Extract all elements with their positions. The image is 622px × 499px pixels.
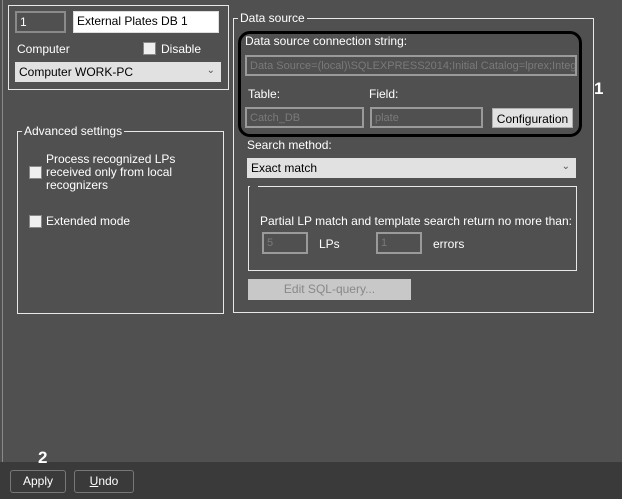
extended-mode-checkbox[interactable] bbox=[29, 215, 42, 228]
computer-label: Computer bbox=[17, 42, 70, 56]
name-field[interactable]: External Plates DB 1 bbox=[73, 11, 219, 33]
disable-label: Disable bbox=[161, 42, 202, 56]
chevron-down-icon: ⌄ bbox=[206, 65, 215, 76]
undo-label: ndo bbox=[98, 474, 119, 488]
annotation-2: 2 bbox=[38, 448, 48, 467]
process-local-checkbox[interactable] bbox=[29, 166, 42, 179]
annotation-1: 1 bbox=[594, 79, 604, 98]
lps-field[interactable]: 5 bbox=[262, 232, 308, 254]
computer-select[interactable]: Computer WORK-PC ⌄ bbox=[15, 62, 221, 82]
edit-sql-button[interactable]: Edit SQL-query... bbox=[248, 279, 411, 300]
apply-button[interactable]: Apply bbox=[10, 470, 66, 493]
id-field[interactable]: 1 bbox=[15, 11, 66, 33]
partial-text: Partial LP match and template search ret… bbox=[260, 214, 572, 228]
field-label: Field: bbox=[369, 87, 399, 101]
table-label: Table: bbox=[248, 87, 281, 101]
search-method-select[interactable]: Exact match ⌄ bbox=[247, 158, 576, 178]
table-field[interactable]: Catch_DB bbox=[245, 107, 364, 128]
conn-string-field[interactable]: Data Source=(local)\SQLEXPRESS2014;Initi… bbox=[245, 55, 577, 76]
group-gap bbox=[250, 183, 258, 189]
conn-label: Data source connection string: bbox=[245, 34, 408, 48]
undo-button[interactable]: Undo bbox=[74, 470, 134, 493]
search-method-label: Search method: bbox=[247, 138, 332, 152]
chevron-down-icon: ⌄ bbox=[561, 161, 570, 172]
advanced-settings-title: Advanced settings bbox=[22, 124, 125, 138]
extended-mode-label: Extended mode bbox=[46, 214, 131, 228]
computer-select-value: Computer WORK-PC bbox=[19, 65, 134, 79]
left-edge bbox=[2, 0, 3, 462]
configuration-button[interactable]: Configuration bbox=[492, 108, 573, 128]
process-local-label: Process recognized LPs received only fro… bbox=[46, 152, 176, 192]
search-method-value: Exact match bbox=[251, 161, 318, 175]
partial-match-group bbox=[248, 186, 577, 271]
lps-label: LPs bbox=[319, 237, 340, 251]
errors-field[interactable]: 1 bbox=[376, 232, 422, 254]
data-source-title: Data source bbox=[238, 11, 307, 25]
field-field[interactable]: plate bbox=[370, 107, 483, 128]
errors-label: errors bbox=[433, 237, 465, 251]
disable-checkbox[interactable] bbox=[143, 42, 156, 55]
undo-mnemonic: U bbox=[89, 474, 99, 488]
